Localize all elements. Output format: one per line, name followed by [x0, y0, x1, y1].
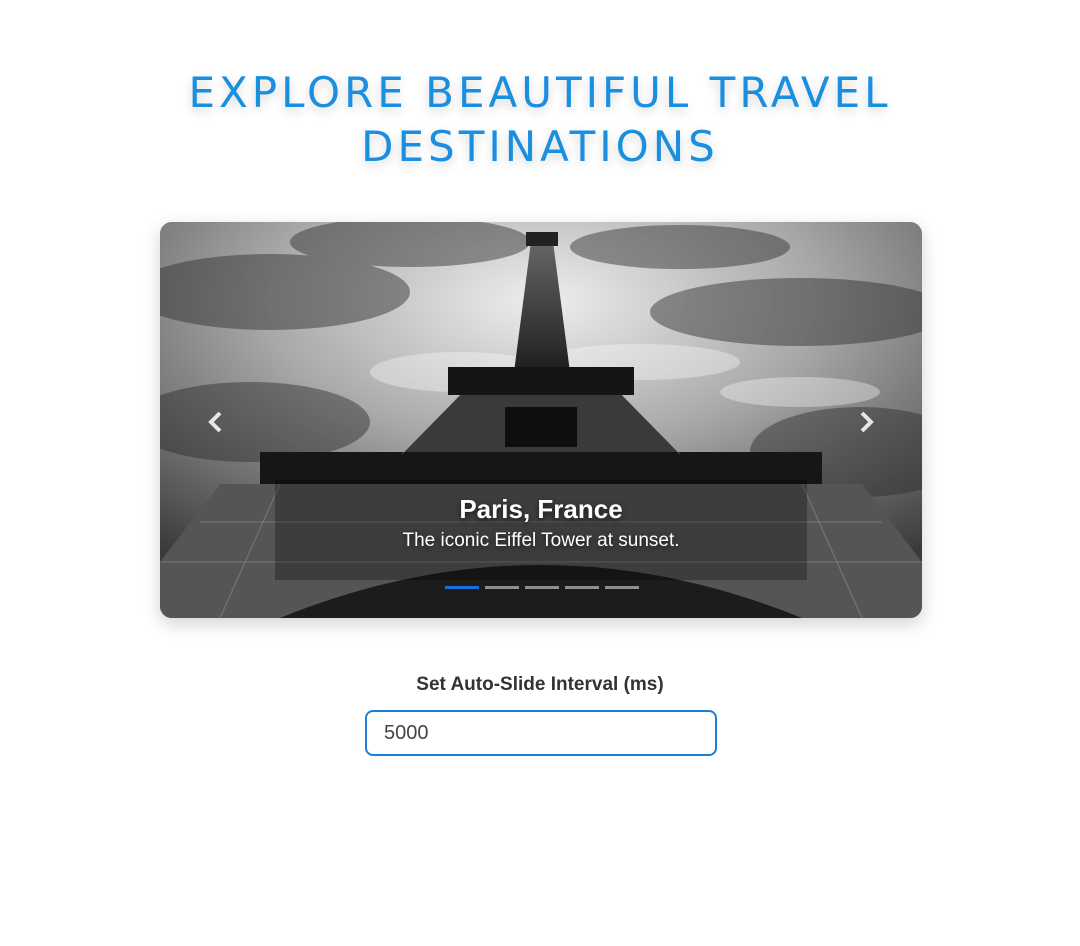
chevron-left-icon: [208, 411, 222, 433]
page-title-line-1: EXPLORE BEAUTIFUL TRAVEL: [188, 68, 892, 117]
carousel-indicator-3[interactable]: [525, 586, 559, 589]
image-carousel[interactable]: Paris, France The iconic Eiffel Tower at…: [160, 222, 922, 618]
carousel-indicator-1[interactable]: [445, 586, 479, 589]
slide-title: Paris, France: [459, 494, 623, 524]
carousel-next-button[interactable]: [846, 402, 886, 442]
carousel-indicator-5[interactable]: [605, 586, 639, 589]
carousel-indicators: [445, 586, 641, 592]
carousel-indicator-2[interactable]: [485, 586, 519, 589]
page: EXPLORE BEAUTIFUL TRAVEL DESTINATIONS Pa…: [0, 0, 1080, 946]
interval-input[interactable]: [365, 710, 717, 756]
carousel-prev-button[interactable]: [196, 402, 236, 442]
carousel-indicator-4[interactable]: [565, 586, 599, 589]
page-title: EXPLORE BEAUTIFUL TRAVEL DESTINATIONS: [0, 66, 1080, 174]
slide-caption: Paris, France The iconic Eiffel Tower at…: [275, 480, 807, 580]
slide-description: The iconic Eiffel Tower at sunset.: [402, 530, 680, 551]
interval-label: Set Auto-Slide Interval (ms): [416, 674, 664, 695]
chevron-right-icon: [860, 411, 874, 433]
page-title-line-2: DESTINATIONS: [361, 122, 719, 171]
